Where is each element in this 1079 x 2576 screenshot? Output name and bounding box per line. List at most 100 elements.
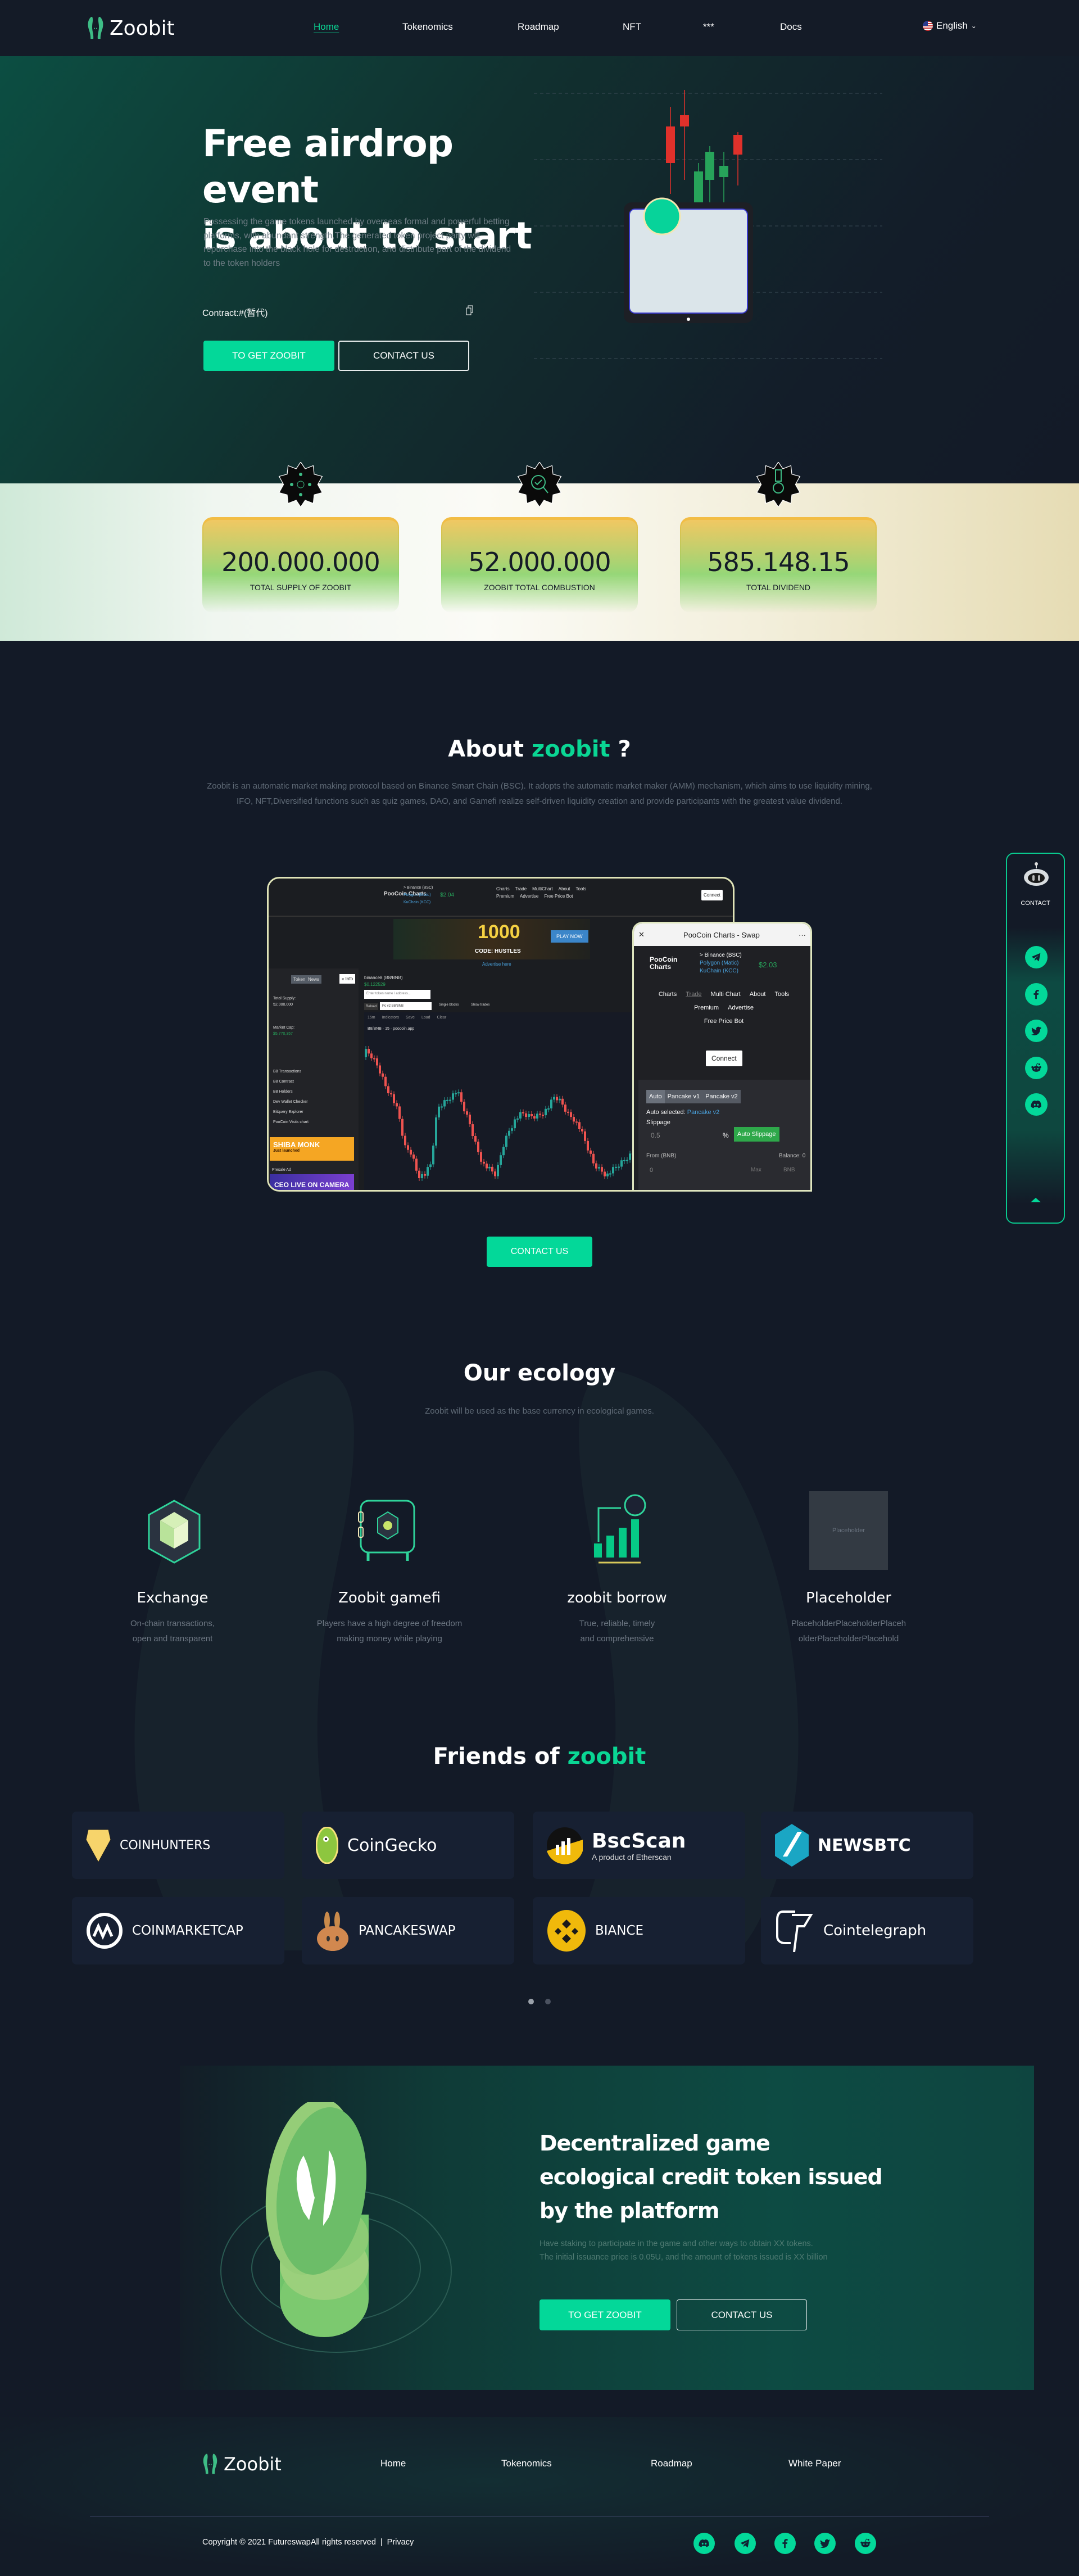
nav-roadmap[interactable]: Roadmap — [518, 21, 559, 33]
phone-menu: Charts Trade Multi Chart About Tools Premium A… — [645, 991, 803, 1025]
phone-menu-item: Premium — [694, 1004, 719, 1011]
partner-pancakeswap[interactable]: PANCAKESWAP — [302, 1897, 514, 1964]
ad-play-button: PLAY NOW — [551, 930, 588, 943]
mock-menu-item: Advertise — [520, 894, 539, 899]
mock-candle-body — [418, 1170, 420, 1178]
stat-label: TOTAL DIVIDEND — [746, 583, 811, 592]
mock-candle-body — [542, 1115, 544, 1116]
partner-coingecko[interactable]: CoinGecko — [302, 1812, 514, 1879]
scroll-top-icon[interactable] — [1031, 1198, 1041, 1203]
floating-contact-sidebar: CONTACT — [1006, 853, 1065, 1224]
mock-price: $2.04 — [440, 892, 455, 898]
carousel-dot[interactable] — [545, 1999, 551, 2004]
footer-reddit[interactable] — [855, 2533, 876, 2554]
mock-candle-body — [620, 1160, 623, 1167]
footer-logo[interactable]: Zoobit — [202, 2453, 282, 2475]
partner-binance[interactable]: BIANCE — [533, 1897, 745, 1964]
partner-text: BscScan A product of Etherscan — [592, 1830, 686, 1862]
mock-candle-body — [567, 1111, 569, 1113]
partner-coinhunters[interactable]: COINHUNTERS — [72, 1812, 284, 1879]
tool: Load — [421, 1016, 430, 1020]
mock-candle-body — [578, 1122, 581, 1129]
copyright: Copyright © 2021 FutureswapAll rights re… — [202, 2538, 414, 2547]
mock-show-trades: Show trades — [471, 1003, 490, 1007]
banner-contact-button[interactable]: CONTACT US — [677, 2299, 807, 2330]
stat-label: ZOOBIT TOTAL COMBUSTION — [484, 583, 595, 592]
mock-candle-body — [612, 1167, 614, 1174]
sidebar-reddit[interactable] — [1025, 1057, 1048, 1079]
carousel-dot-active[interactable] — [528, 1999, 534, 2004]
nav-tokenomics[interactable]: Tokenomics — [402, 21, 453, 33]
desc-line: making money while playing — [337, 1634, 442, 1644]
mock-candle-body — [516, 1118, 519, 1120]
footer-facebook[interactable] — [774, 2533, 796, 2554]
value: 52,000,000 — [273, 1003, 293, 1007]
footer-twitter[interactable] — [814, 2533, 836, 2554]
ecology-item-desc: True, reliable, timely and comprehensive — [527, 1616, 707, 1646]
candle-body — [680, 115, 689, 126]
ad-sub: Just launched — [273, 1149, 300, 1153]
mock-candle-body — [483, 1161, 485, 1164]
footer-telegram[interactable] — [735, 2533, 756, 2554]
privacy-link[interactable]: Privacy — [387, 2538, 414, 2547]
footer-link-whitepaper[interactable]: White Paper — [788, 2458, 841, 2469]
sidebar-discord[interactable] — [1025, 1093, 1048, 1116]
partner-newsbtc[interactable]: NEWSBTC — [761, 1812, 973, 1879]
about-contact-button[interactable]: CONTACT US — [487, 1237, 592, 1267]
footer-link-home[interactable]: Home — [380, 2458, 406, 2469]
stat-card-supply: 200.000.000 TOTAL SUPPLY OF ZOOBIT — [202, 517, 399, 613]
brand-logo[interactable]: Zoobit — [87, 16, 175, 40]
nav-home[interactable]: Home — [314, 21, 339, 33]
partner-coinmarketcap[interactable]: COINMARKETCAP — [72, 1897, 284, 1964]
mock-candle-body — [469, 1115, 471, 1125]
exchange-cube-icon — [148, 1500, 201, 1564]
magnifier-check-icon — [517, 462, 562, 507]
footer-discord[interactable] — [693, 2533, 715, 2554]
sidebar-twitter[interactable] — [1025, 1020, 1048, 1042]
stat-card-dividend: 585.148.15 TOTAL DIVIDEND — [680, 517, 877, 613]
mock-links: B8 Transactions B8 Contract B8 Holders Dev … — [273, 1067, 309, 1128]
desc-line: olderPlaceholderPlacehold — [798, 1634, 899, 1644]
friends-title: Friends of zoobit — [0, 1744, 1079, 1769]
phone-menu-item: Tools — [774, 991, 790, 998]
robot-icon — [1024, 862, 1049, 886]
sidebar-facebook[interactable] — [1025, 983, 1048, 1006]
nav-more[interactable]: *** — [703, 21, 714, 33]
contact-us-button[interactable]: CONTACT US — [338, 341, 469, 371]
partner-name: NEWSBTC — [818, 1835, 911, 1855]
language-select[interactable]: English ⌄ — [923, 20, 977, 31]
footer-link-tokenomics[interactable]: Tokenomics — [501, 2458, 552, 2469]
sidebar-telegram[interactable] — [1025, 946, 1048, 968]
mock-menu-item: Tools — [575, 886, 587, 891]
mock-candle-body — [508, 1130, 510, 1136]
get-zoobit-button[interactable]: TO GET ZOOBIT — [203, 341, 334, 371]
partner-name: COINMARKETCAP — [132, 1923, 243, 1938]
mock-candle-body — [522, 1112, 524, 1113]
nav-nft[interactable]: NFT — [623, 21, 641, 33]
mock-candle-body — [488, 1166, 491, 1169]
copy-icon[interactable] — [466, 305, 474, 315]
mock-candle-body — [570, 1112, 572, 1117]
mock-candle-body — [531, 1114, 533, 1116]
mock-candle-body — [500, 1155, 502, 1165]
mock-pair-price: $0.122529 — [364, 982, 386, 987]
mock-candles — [365, 1046, 634, 1181]
mock-candle-body — [457, 1092, 460, 1094]
top-nav: Zoobit Home Tokenomics Roadmap NFT *** D… — [0, 0, 1079, 56]
footer-link-roadmap[interactable]: Roadmap — [651, 2458, 692, 2469]
phone-connect-button: Connect — [706, 1051, 742, 1066]
phone-menu-item: About — [749, 991, 766, 998]
mock-candle-body — [553, 1097, 555, 1100]
phone-menu-item: Advertise — [728, 1004, 754, 1011]
banner-get-zoobit-button[interactable]: TO GET ZOOBIT — [540, 2299, 670, 2330]
desc-line: open and transparent — [132, 1634, 213, 1644]
partner-bscscan[interactable]: BscScan A product of Etherscan — [533, 1812, 745, 1879]
nav-docs[interactable]: Docs — [780, 21, 802, 33]
mock-connect-button: Connect — [701, 890, 723, 900]
poocoin-swap-phone-screenshot: ✕ PooCoin Charts - Swap ··· PooCoin Charts… — [632, 922, 812, 1192]
partner-cointelegraph[interactable]: Cointelegraph — [761, 1897, 973, 1964]
link: Bitquery Explorer — [273, 1110, 303, 1114]
mock-candle-body — [547, 1108, 550, 1110]
mock-candle-body — [384, 1076, 387, 1086]
ad-big-text: 1000 — [478, 921, 520, 943]
